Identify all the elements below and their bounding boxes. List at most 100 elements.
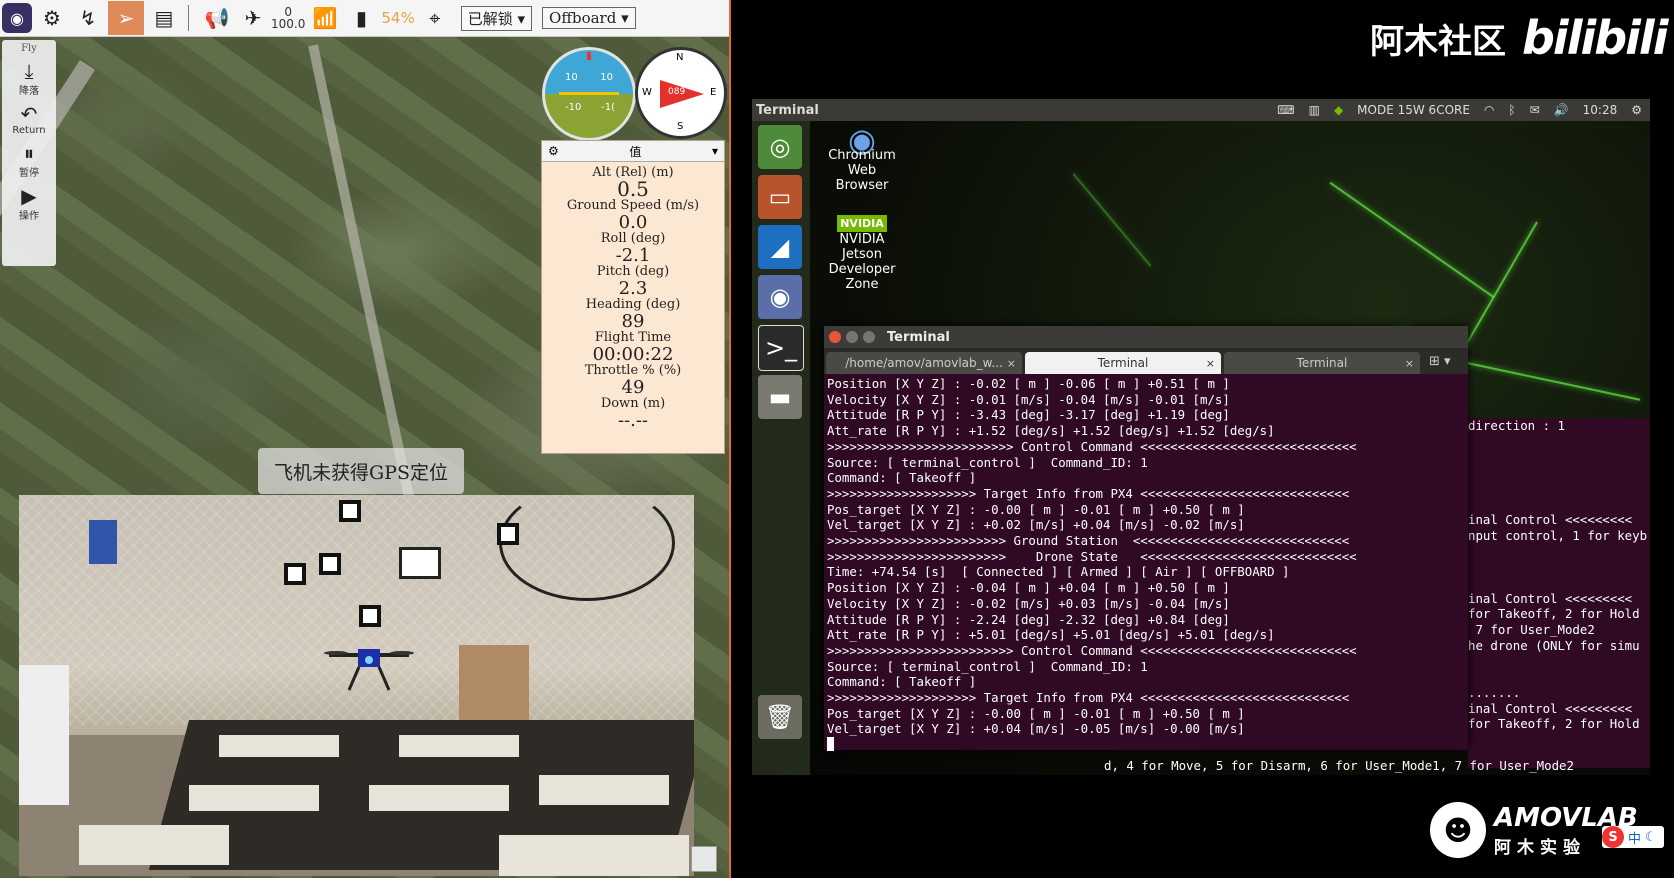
- gps-target-icon[interactable]: ⌖: [419, 2, 451, 34]
- battery-icon[interactable]: ▮: [345, 2, 377, 34]
- terminal-icon[interactable]: >_: [758, 325, 804, 371]
- rc-signal-icon[interactable]: 📶: [309, 2, 341, 34]
- gps-off-icon[interactable]: ✈: [237, 2, 269, 34]
- vehicle-setup-icon[interactable]: ↯: [72, 2, 104, 34]
- terminal-titlebar: Terminal: [824, 326, 1468, 348]
- compass-e: E: [710, 87, 717, 98]
- bluetooth-icon[interactable]: ᛒ: [1508, 103, 1515, 117]
- terminal-tab[interactable]: /home/amov/amovlab_w... ×: [826, 352, 1022, 374]
- gps-count: 0 100.0: [271, 6, 305, 30]
- value-number: 2.3: [618, 278, 648, 299]
- gear-icon[interactable]: ⚙: [1631, 103, 1642, 117]
- chromium-icon[interactable]: ◉: [758, 275, 802, 319]
- drive-icon[interactable]: ▬: [758, 375, 802, 419]
- mail-icon[interactable]: ✉: [1530, 103, 1540, 117]
- return-button[interactable]: ↶ Return: [2, 103, 56, 136]
- close-icon[interactable]: ×: [1405, 357, 1414, 370]
- pitch-tick: -1(: [601, 102, 615, 113]
- flight-mode-value: Offboard: [549, 9, 617, 27]
- monitor-icon[interactable]: ▥: [1309, 103, 1320, 117]
- terminal-line: >>>>>>>>>>>>>>>>>>>>>>>> Drone State <<<…: [827, 548, 1357, 564]
- ime-indicator[interactable]: S 中 ☾: [1602, 826, 1664, 848]
- app-logo-icon[interactable]: ◉: [2, 3, 32, 33]
- value-label: Down (m): [600, 396, 666, 411]
- megaphone-icon[interactable]: 📢: [201, 2, 233, 34]
- gear-icon[interactable]: ⚙: [548, 144, 559, 158]
- clock[interactable]: 10:28: [1583, 103, 1618, 117]
- close-icon[interactable]: ×: [1007, 357, 1016, 370]
- terminal-line: for Takeoff, 2 for Hold: [1468, 606, 1640, 622]
- land-button[interactable]: ⤓ 降落: [2, 60, 56, 97]
- arm-state-dropdown[interactable]: 已解锁 ▾: [460, 5, 533, 31]
- desktop-icon-label: Chromium Web Browser: [828, 148, 896, 193]
- value-item-ground-speed: Ground Speed (m/s) 0.0: [542, 199, 724, 233]
- value-number: 89: [621, 311, 645, 332]
- terminal-title: Terminal: [887, 329, 950, 345]
- ground-control-window: ◉ ⚙ ↯ ➢ ▤ 📢 ✈ 0 100.0 📶 ▮ 54% ⌖ 已解锁 ▾ Of…: [0, 0, 731, 878]
- video-toggle-button[interactable]: [691, 846, 717, 872]
- gps-status-message: 飞机未获得GPS定位: [258, 448, 464, 494]
- minimize-icon[interactable]: [846, 331, 858, 343]
- keyboard-icon[interactable]: ⌨: [1277, 103, 1294, 117]
- terminal-line: Att_rate [R P Y] : +1.52 [deg/s] +1.52 […: [827, 423, 1275, 439]
- wifi-icon[interactable]: ◠: [1484, 103, 1494, 117]
- value-label: Heading (deg): [585, 297, 681, 312]
- ime-lang: 中: [1628, 831, 1642, 847]
- values-panel-header: ⚙ 值 ▾: [542, 141, 724, 162]
- terminal-tabs: /home/amov/amovlab_w... × Terminal × Termi…: [824, 348, 1468, 374]
- close-icon[interactable]: ×: [1206, 357, 1215, 370]
- floor-tile: [399, 735, 519, 757]
- terminal-window[interactable]: Terminal /home/amov/amovlab_w... × Termin…: [824, 326, 1468, 752]
- terminal-line: inal Control <<<<<<<<<: [1468, 590, 1633, 606]
- pitch-tick: 10: [565, 72, 578, 83]
- compass-w: W: [642, 87, 652, 98]
- tab-label: Terminal: [1296, 356, 1348, 370]
- pause-button[interactable]: ⏸ 暂停: [2, 142, 56, 179]
- roll-pointer: [587, 52, 591, 60]
- action-button[interactable]: ▶ 操作: [2, 185, 56, 222]
- pitch-tick: 10: [600, 72, 613, 83]
- white-box: [19, 665, 69, 805]
- terminal-line: inal Control <<<<<<<<<: [1468, 512, 1633, 528]
- file-manager-icon[interactable]: ▭: [758, 175, 802, 219]
- terminal-tab-active[interactable]: Terminal ×: [1025, 352, 1221, 374]
- compass-s: S: [677, 121, 684, 132]
- land-label: 降落: [19, 86, 39, 97]
- terminal-line: Velocity [X Y Z] : -0.02 [m/s] +0.03 [m/…: [827, 595, 1230, 611]
- power-mode[interactable]: MODE 15W 6CORE: [1357, 103, 1470, 117]
- floor-tile: [539, 775, 669, 805]
- desktop-icon-nvidia[interactable]: NVIDIA NVIDIA Jetson Developer Zone: [822, 215, 902, 292]
- vscode-icon[interactable]: ◢: [758, 225, 802, 269]
- terminal-line: Pos_target [X Y Z] : -0.00 [ m ] -0.01 […: [827, 501, 1245, 517]
- nvidia-icon[interactable]: ◆: [1334, 103, 1343, 117]
- terminal-line: nput control, 1 for keyb: [1468, 527, 1648, 543]
- maximize-icon[interactable]: [863, 331, 875, 343]
- terminal-line: Attitude [R P Y] : -2.24 [deg] -2.32 [de…: [827, 611, 1230, 627]
- watermark-brand: bilibili: [1522, 11, 1668, 65]
- nvidia-logo-icon: NVIDIA: [837, 215, 887, 232]
- chevron-down-icon[interactable]: ▾: [712, 144, 718, 158]
- close-icon[interactable]: [829, 331, 841, 343]
- settings-gear-icon[interactable]: ⚙: [36, 2, 68, 34]
- arm-state-value: 已解锁: [467, 9, 513, 28]
- analyze-icon[interactable]: ▤: [148, 2, 180, 34]
- value-item-heading: Heading (deg) 89: [542, 297, 724, 332]
- new-tab-icon[interactable]: ⊞ ▾: [1429, 354, 1451, 369]
- background-terminal[interactable]: direction : 1 inal Control <<<<<<<<< nput…: [1468, 418, 1650, 768]
- toolbar: ◉ ⚙ ↯ ➢ ▤ 📢 ✈ 0 100.0 📶 ▮ 54% ⌖ 已解锁 ▾ Of…: [0, 0, 731, 37]
- terminal-line: Source: [ terminal_control ] Command_ID:…: [827, 454, 1148, 470]
- ubuntu-dash-icon[interactable]: ◎: [758, 125, 802, 169]
- terminal-tab[interactable]: Terminal ×: [1224, 352, 1420, 374]
- desktop-icon-chromium[interactable]: ◉ Chromium Web Browser: [822, 124, 902, 193]
- values-panel: ⚙ 值 ▾ Alt (Rel) (m) 0.5 Ground Speed (m/s…: [541, 140, 725, 454]
- flight-mode-dropdown[interactable]: Offboard ▾: [542, 7, 636, 29]
- volume-icon[interactable]: 🔊: [1554, 103, 1569, 117]
- plan-view-icon[interactable]: ➢: [108, 1, 144, 35]
- trash-icon[interactable]: 🗑: [758, 695, 802, 739]
